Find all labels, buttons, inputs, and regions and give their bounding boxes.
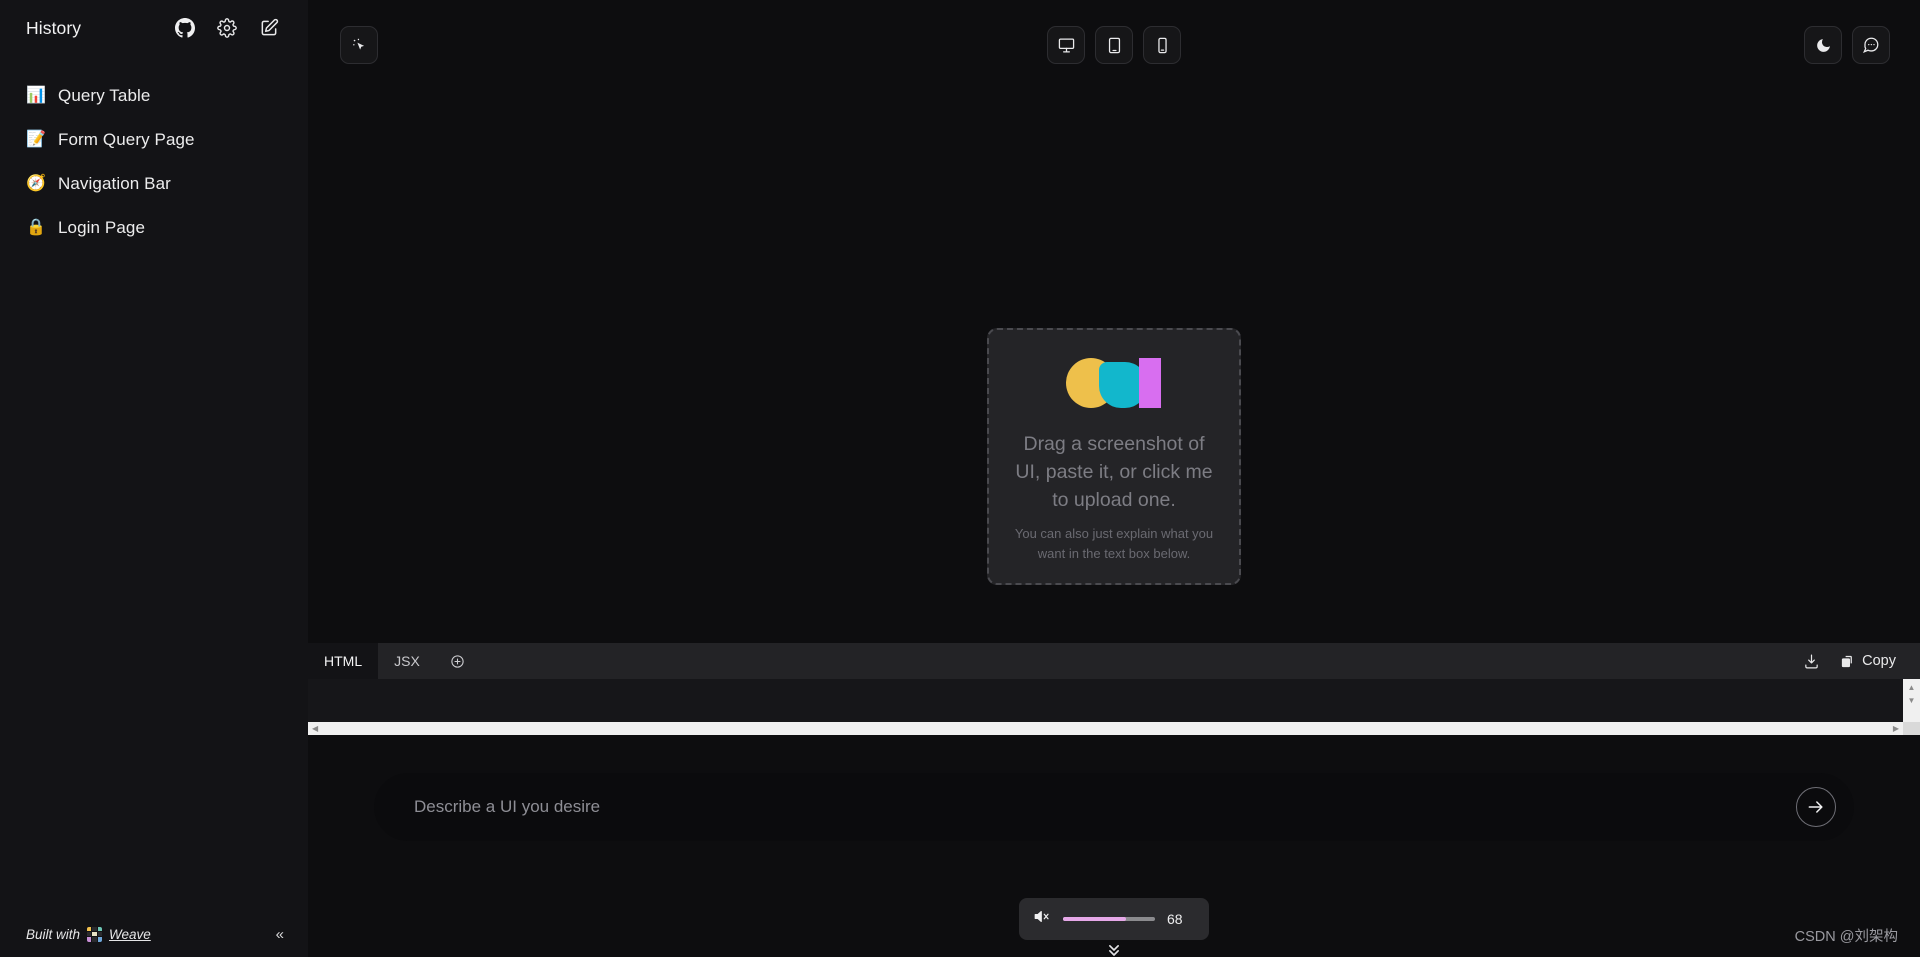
- copy-label: Copy: [1862, 653, 1896, 669]
- prompt-input[interactable]: Describe a UI you desire: [374, 773, 1854, 841]
- weave-shapes-logo-icon: [1065, 356, 1163, 410]
- mobile-view-icon[interactable]: [1143, 26, 1181, 64]
- speaker-muted-icon[interactable]: [1033, 909, 1051, 929]
- watermark: CSDN @刘架构: [1794, 929, 1898, 945]
- toolbar-right: [1804, 26, 1890, 64]
- code-editor[interactable]: ◀ ▶ ▲ ▼: [308, 679, 1920, 735]
- weave-logo-icon: [87, 926, 103, 942]
- sidebar: History 📊 Query Table 📝 Form Query Page …: [0, 0, 308, 957]
- volume-slider[interactable]: [1063, 917, 1155, 921]
- sidebar-footer: Built with Weave «: [0, 911, 308, 957]
- prompt-placeholder: Describe a UI you desire: [414, 797, 601, 816]
- tab-html[interactable]: HTML: [308, 643, 379, 679]
- history-list: 📊 Query Table 📝 Form Query Page 🧭 Naviga…: [0, 74, 308, 250]
- page-title: History: [26, 17, 82, 38]
- memo-emoji: 📝: [26, 131, 46, 148]
- device-switcher: [1047, 26, 1181, 64]
- sidebar-item-navigation-bar[interactable]: 🧭 Navigation Bar: [0, 162, 308, 206]
- compass-emoji: 🧭: [26, 175, 46, 192]
- preview-canvas: Drag a screenshot of UI, paste it, or cl…: [308, 90, 1920, 643]
- add-tab-icon[interactable]: [436, 643, 479, 679]
- chat-bubble-icon[interactable]: [1852, 26, 1890, 64]
- sidebar-item-label: Query Table: [58, 86, 151, 105]
- new-chat-icon[interactable]: [256, 15, 282, 41]
- code-editor-content[interactable]: ◀ ▶: [308, 679, 1903, 735]
- github-icon[interactable]: [172, 15, 198, 41]
- code-actions: Copy: [1798, 643, 1920, 679]
- pointer-select-icon[interactable]: [340, 26, 378, 64]
- dropzone-primary-text: Drag a screenshot of UI, paste it, or cl…: [1015, 433, 1213, 511]
- sidebar-header-actions: [172, 15, 282, 41]
- tablet-view-icon[interactable]: [1095, 26, 1133, 64]
- copy-button[interactable]: Copy: [1840, 653, 1896, 669]
- scroll-right-arrow-icon[interactable]: ▶: [1889, 724, 1903, 733]
- scroll-up-arrow-icon[interactable]: ▲: [1908, 681, 1916, 694]
- main-area: Drag a screenshot of UI, paste it, or cl…: [308, 0, 1920, 957]
- sidebar-item-label: Login Page: [58, 218, 146, 237]
- toolbar-left: [340, 26, 378, 64]
- prompt-area: Describe a UI you desire 68 CSDN @刘架构: [308, 735, 1920, 957]
- horizontal-scrollbar[interactable]: ◀ ▶: [308, 722, 1903, 735]
- download-icon[interactable]: [1798, 648, 1824, 674]
- code-tabs: HTML JSX: [308, 643, 479, 679]
- built-with: Built with Weave: [26, 926, 151, 942]
- scrollbar-corner: [1903, 722, 1920, 735]
- sidebar-item-login-page[interactable]: 🔒 Login Page: [0, 206, 308, 250]
- tab-jsx[interactable]: JSX: [378, 643, 436, 679]
- sidebar-item-query-table[interactable]: 📊 Query Table: [0, 74, 308, 118]
- lock-emoji: 🔒: [26, 219, 46, 236]
- app-root: History 📊 Query Table 📝 Form Query Page …: [0, 0, 1920, 957]
- bar-chart-emoji: 📊: [26, 87, 46, 104]
- toolbar: [308, 0, 1920, 90]
- logo-rect: [1138, 358, 1161, 408]
- scroll-down-arrow-icon[interactable]: ▼: [1908, 694, 1916, 707]
- volume-overlay: 68: [1019, 898, 1209, 940]
- upload-dropzone[interactable]: Drag a screenshot of UI, paste it, or cl…: [987, 328, 1241, 585]
- sidebar-item-label: Form Query Page: [58, 130, 195, 149]
- dropzone-secondary-text: You can also just explain what you want …: [1014, 526, 1214, 561]
- weave-link[interactable]: Weave: [109, 927, 151, 942]
- built-with-label: Built with: [26, 926, 81, 942]
- scroll-left-arrow-icon[interactable]: ◀: [308, 724, 322, 733]
- volume-slider-fill: [1063, 917, 1126, 921]
- volume-value: 68: [1167, 911, 1183, 927]
- sidebar-header: History: [0, 0, 308, 46]
- desktop-view-icon[interactable]: [1047, 26, 1085, 64]
- collapse-sidebar-icon[interactable]: «: [276, 926, 284, 943]
- moon-icon[interactable]: [1804, 26, 1842, 64]
- sidebar-item-form-query-page[interactable]: 📝 Form Query Page: [0, 118, 308, 162]
- sidebar-item-label: Navigation Bar: [58, 174, 171, 193]
- gear-icon[interactable]: [214, 15, 240, 41]
- code-tabs-bar: HTML JSX Copy: [308, 643, 1920, 679]
- chevrons-down-icon[interactable]: [1104, 940, 1124, 957]
- send-button[interactable]: [1796, 787, 1836, 827]
